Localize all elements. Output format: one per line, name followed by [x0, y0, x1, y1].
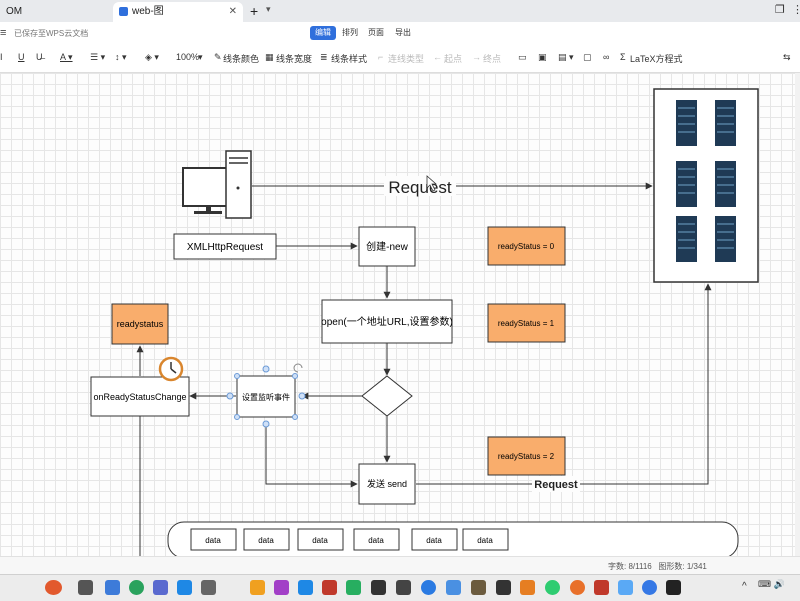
app-icon[interactable] — [446, 580, 461, 595]
computer-icon — [182, 150, 252, 219]
app-icon[interactable] — [371, 580, 386, 595]
status1-label: readyStatus = 1 — [498, 319, 555, 328]
status-bar: 字数: 8/1116 图形数: 1/341 — [0, 556, 800, 575]
data-item-label: data — [477, 536, 493, 545]
listen-label: 设置监听事件 — [242, 392, 290, 402]
listen-to-send-arrow — [265, 422, 358, 488]
send-label: 发送 send — [367, 478, 407, 489]
firefox-icon[interactable] — [570, 580, 585, 595]
data-item-label: data — [205, 536, 221, 545]
on-change-label: onReadyStatusChange — [93, 392, 186, 402]
app-icon[interactable] — [545, 580, 560, 595]
app-icon[interactable] — [618, 580, 633, 595]
app-icon[interactable] — [396, 580, 411, 595]
app-icon[interactable] — [201, 580, 216, 595]
app-icon[interactable] — [250, 580, 265, 595]
app-icon[interactable] — [496, 580, 511, 595]
flowchart: Request Request XMLHttpRequest 创建-new op… — [90, 88, 759, 559]
data-item-label: data — [258, 536, 274, 545]
tray-icons[interactable]: ⌨ 🔊 — [758, 579, 785, 590]
data-item-label: data — [368, 536, 384, 545]
wps-icon[interactable] — [594, 580, 609, 595]
word-count: 字数: 8/1116 图形数: 1/341 — [608, 562, 707, 571]
status0-label: readyStatus = 0 — [498, 242, 555, 251]
app-icon[interactable] — [346, 580, 361, 595]
decision-diamond[interactable] — [361, 375, 413, 417]
app-icon[interactable] — [177, 580, 192, 595]
app-icon[interactable] — [471, 580, 486, 595]
request-top-label: Request — [388, 178, 452, 197]
app-icon[interactable] — [78, 580, 93, 595]
open-label: open(一个地址URL,设置参数) — [321, 315, 453, 328]
app-icon[interactable] — [642, 580, 657, 595]
create-label: 创建-new — [366, 240, 408, 253]
os-taskbar: ^ ⌨ 🔊 — [0, 574, 800, 601]
app-icon[interactable] — [274, 580, 289, 595]
tray-expand-icon[interactable]: ^ — [742, 581, 747, 592]
server-cluster — [653, 88, 759, 283]
readystatus-label: readystatus — [117, 319, 164, 329]
vscode-icon[interactable] — [298, 580, 313, 595]
xmlhttp-label: XMLHttpRequest — [187, 242, 263, 253]
data-item-label: data — [426, 536, 442, 545]
rotate-handle-icon[interactable] — [293, 363, 303, 373]
app-icon[interactable] — [105, 580, 120, 595]
app-icon[interactable] — [421, 580, 436, 595]
app-icon[interactable] — [129, 580, 144, 595]
terminal-icon[interactable] — [666, 580, 681, 595]
data-item-label: data — [312, 536, 328, 545]
app-icon[interactable] — [322, 580, 337, 595]
app-icon[interactable] — [520, 580, 535, 595]
status2-label: readyStatus = 2 — [498, 452, 555, 461]
clock-icon — [158, 356, 184, 382]
shape-count: 图形数: 1/341 — [658, 562, 707, 571]
app-icon[interactable] — [153, 580, 168, 595]
app-icon[interactable] — [45, 580, 62, 595]
request-bottom-label: Request — [534, 479, 578, 491]
